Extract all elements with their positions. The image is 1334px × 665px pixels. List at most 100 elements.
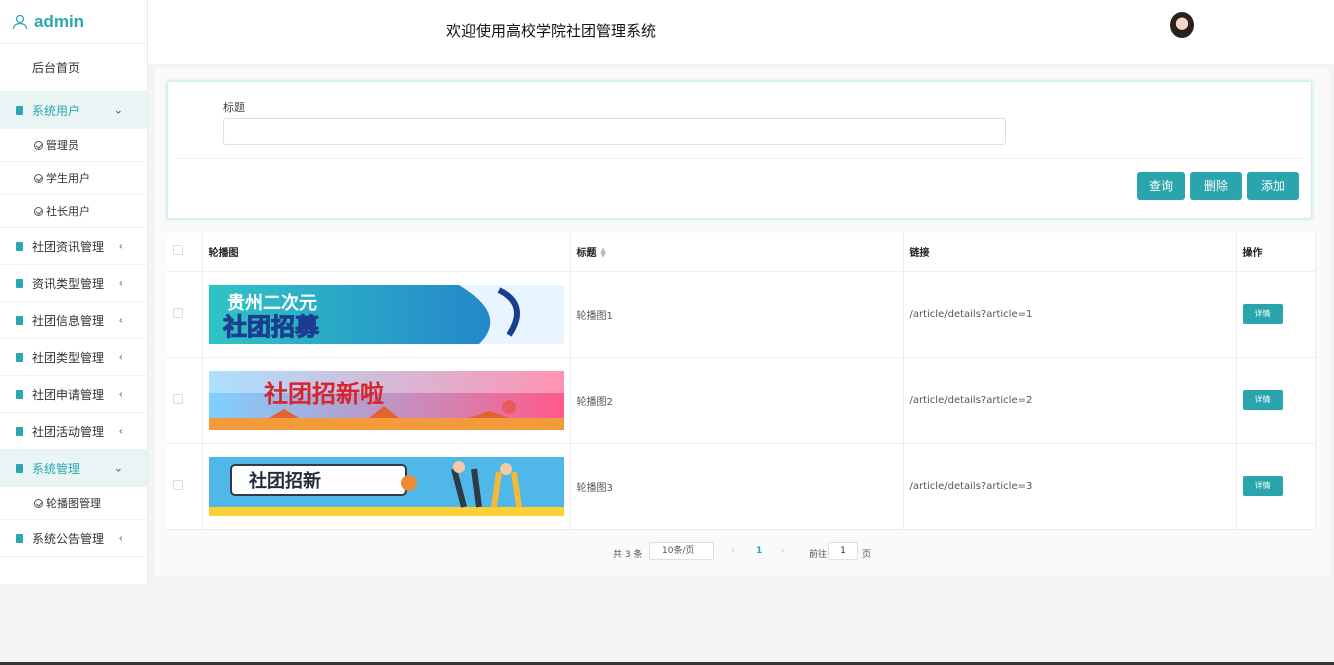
carousel-table: 轮播图 标题 ▲ ▼ 链接 操作 贵州二次元 社团招募 轮播图1 /articl… xyxy=(167,233,1316,530)
detail-button[interactable]: 详情 xyxy=(1242,476,1283,496)
banner-text: 社团招新 xyxy=(249,470,321,492)
document-icon xyxy=(16,315,23,325)
search-panel: 标题 查询 删除 添加 xyxy=(167,81,1312,219)
check-circle-icon xyxy=(34,173,43,183)
search-label: 标题 xyxy=(223,101,245,114)
chevron-down-icon: ⌄ xyxy=(113,103,123,117)
column-header-link: 链接 xyxy=(903,233,1237,272)
sidebar-item-label: 社团类型管理 xyxy=(32,350,105,365)
sidebar-item-club-activities[interactable]: 社团活动管理 ‹ xyxy=(0,413,147,450)
sidebar-item-label: 社团资讯管理 xyxy=(32,239,105,254)
banner-text: 贵州二次元 xyxy=(227,292,317,314)
sort-icon[interactable]: ▲ ▼ xyxy=(601,247,606,259)
chevron-left-icon: ‹ xyxy=(118,313,123,327)
document-icon xyxy=(16,463,23,473)
column-header-action: 操作 xyxy=(1236,233,1316,272)
sidebar: admin 后台首页 系统用户 ⌄ 管理员 学生用户 社长用户 社团资讯管理 ‹… xyxy=(0,0,148,584)
sidebar-subitem-label: 学生用户 xyxy=(46,172,90,185)
sidebar-item-club-applications[interactable]: 社团申请管理 ‹ xyxy=(0,376,147,413)
header: 欢迎使用高校学院社团管理系统 xyxy=(148,0,1334,64)
sidebar-item-label: 社团申请管理 xyxy=(32,387,105,402)
query-button[interactable]: 查询 xyxy=(1137,172,1185,200)
sidebar-item-club-info[interactable]: 社团信息管理 ‹ xyxy=(0,302,147,339)
check-circle-icon xyxy=(34,498,43,508)
document-icon xyxy=(16,241,23,251)
sidebar-item-system-users[interactable]: 系统用户 ⌄ xyxy=(0,92,147,129)
sidebar-subitem-label: 轮播图管理 xyxy=(46,497,101,510)
page-number-current[interactable]: 1 xyxy=(756,546,762,556)
brand: admin xyxy=(0,0,147,44)
row-checkbox[interactable] xyxy=(173,307,183,318)
sidebar-item-news-types[interactable]: 资讯类型管理 ‹ xyxy=(0,265,147,302)
title-search-input[interactable] xyxy=(223,118,1006,145)
document-icon xyxy=(16,533,23,543)
sidebar-subitem-label: 社长用户 xyxy=(46,205,90,218)
banner-text: 社团招募 xyxy=(223,313,320,341)
sidebar-item-home[interactable]: 后台首页 xyxy=(0,44,147,92)
total-count: 共 3 条 xyxy=(613,550,643,560)
document-icon xyxy=(16,426,23,436)
check-circle-icon xyxy=(34,206,43,216)
chevron-left-icon: ‹ xyxy=(118,276,123,290)
sidebar-item-label: 社团活动管理 xyxy=(32,424,105,439)
sidebar-item-label: 系统管理 xyxy=(32,461,81,476)
sidebar-item-label: 社团信息管理 xyxy=(32,313,105,328)
sidebar-subitem-students[interactable]: 学生用户 xyxy=(0,162,147,195)
banner-image: 社团招新 xyxy=(208,456,564,516)
column-header-title-label: 标题 xyxy=(576,248,597,260)
main-content: 标题 查询 删除 添加 轮播图 标题 ▲ ▼ 链接 操作 贵州二次元 社团招募 … xyxy=(155,68,1329,576)
row-link: /article/details?article=2 xyxy=(903,357,1237,444)
column-header-title[interactable]: 标题 ▲ ▼ xyxy=(570,233,904,272)
detail-button[interactable]: 详情 xyxy=(1242,390,1283,410)
chevron-left-icon: ‹ xyxy=(118,424,123,438)
next-page-icon[interactable]: › xyxy=(781,546,785,556)
sidebar-item-system-management[interactable]: 系统管理 ⌄ xyxy=(0,450,147,487)
chevron-left-icon: ‹ xyxy=(118,387,123,401)
table-row: 贵州二次元 社团招募 轮播图1 /article/details?article… xyxy=(167,271,1316,358)
pagination: 共 3 条 10条/页 ‹ 1 › 前往 1 页 xyxy=(155,542,1329,564)
chevron-left-icon: ‹ xyxy=(118,239,123,253)
document-icon xyxy=(16,389,23,399)
banner-text: 社团招新啦 xyxy=(264,380,384,408)
sidebar-item-club-types[interactable]: 社团类型管理 ‹ xyxy=(0,339,147,376)
add-button[interactable]: 添加 xyxy=(1247,172,1299,200)
sidebar-item-announcements[interactable]: 系统公告管理 ‹ xyxy=(0,520,147,557)
select-all-checkbox[interactable] xyxy=(173,245,183,256)
table-header-row: 轮播图 标题 ▲ ▼ 链接 操作 xyxy=(167,233,1316,272)
banner-image: 贵州二次元 社团招募 xyxy=(208,284,564,344)
detail-button[interactable]: 详情 xyxy=(1242,304,1283,324)
chevron-down-icon: ⌄ xyxy=(113,461,123,475)
row-checkbox[interactable] xyxy=(173,479,183,490)
document-icon xyxy=(16,105,23,115)
prev-page-icon[interactable]: ‹ xyxy=(731,546,735,556)
divider xyxy=(178,158,1302,159)
document-icon xyxy=(16,278,23,288)
row-link: /article/details?article=1 xyxy=(903,271,1237,358)
banner-image: 社团招新啦 xyxy=(208,370,564,430)
row-title: 轮播图1 xyxy=(570,271,904,358)
row-title: 轮播图2 xyxy=(570,357,904,444)
sidebar-subitem-carousel[interactable]: 轮播图管理 xyxy=(0,487,147,520)
page-suffix: 页 xyxy=(862,550,872,560)
row-checkbox[interactable] xyxy=(173,393,183,404)
document-icon xyxy=(16,352,23,362)
sidebar-item-label: 系统公告管理 xyxy=(32,531,105,546)
row-title: 轮播图3 xyxy=(570,443,904,530)
check-circle-icon xyxy=(34,140,43,150)
sidebar-item-label: 系统用户 xyxy=(32,103,81,118)
goto-page-input[interactable]: 1 xyxy=(828,542,858,560)
sidebar-subitem-presidents[interactable]: 社长用户 xyxy=(0,195,147,228)
page-size-select[interactable]: 10条/页 xyxy=(649,542,714,560)
page-title: 欢迎使用高校学院社团管理系统 xyxy=(446,22,657,40)
table-row: 社团招新 轮播图3 /article/details?article=3 详情 xyxy=(167,443,1316,530)
delete-button[interactable]: 删除 xyxy=(1190,172,1242,200)
brand-name: admin xyxy=(34,11,85,31)
row-link: /article/details?article=3 xyxy=(903,443,1237,530)
user-icon xyxy=(12,14,28,29)
avatar[interactable] xyxy=(1170,12,1194,38)
sidebar-item-club-news[interactable]: 社团资讯管理 ‹ xyxy=(0,228,147,265)
column-header-image: 轮播图 xyxy=(202,233,571,272)
chevron-left-icon: ‹ xyxy=(118,531,123,545)
table-row: 社团招新啦 轮播图2 /article/details?article=2 详情 xyxy=(167,357,1316,444)
sidebar-subitem-admins[interactable]: 管理员 xyxy=(0,129,147,162)
